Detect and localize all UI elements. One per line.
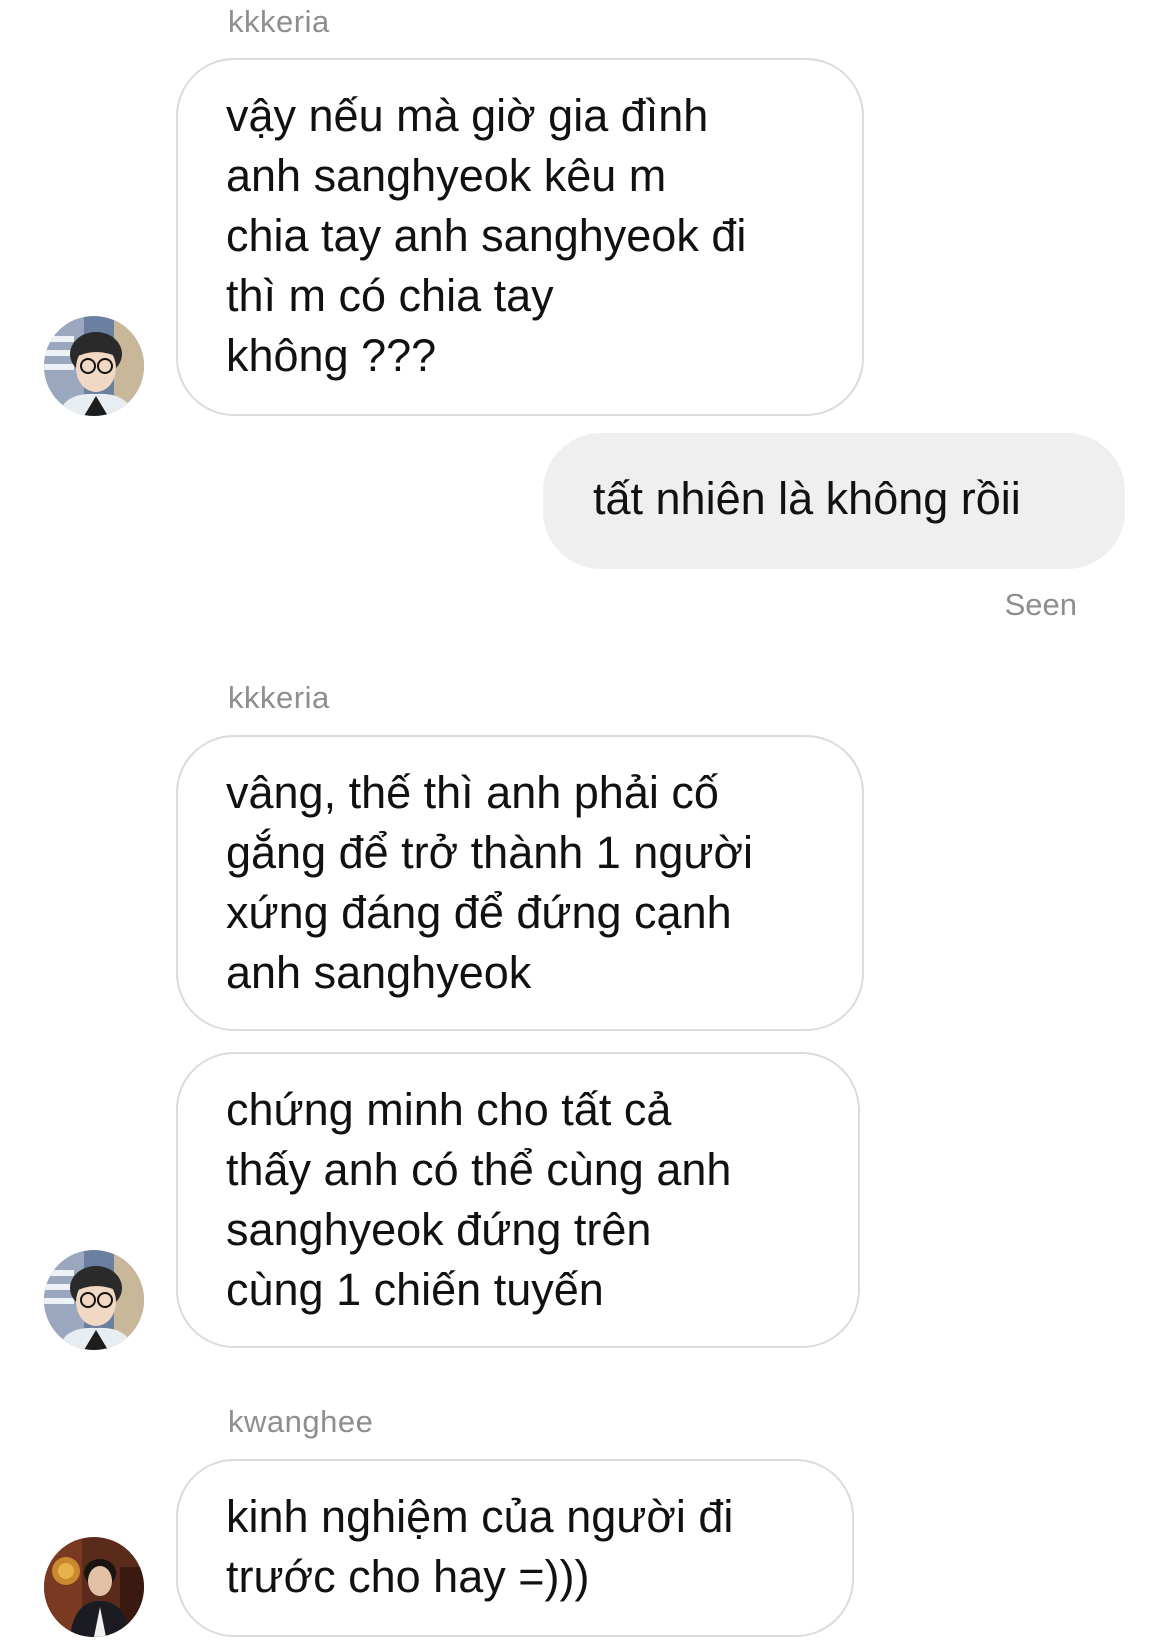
outgoing-message-bubble[interactable]: tất nhiên là không rồii bbox=[543, 433, 1125, 569]
sender-name: kwanghee bbox=[228, 1404, 374, 1439]
message-bubble[interactable]: vậy nếu mà giờ gia đình anh sanghyeok kê… bbox=[176, 58, 864, 416]
avatar-photo-icon bbox=[44, 1537, 144, 1637]
message-bubble[interactable]: kinh nghiệm của người đi trước cho hay =… bbox=[176, 1459, 854, 1637]
message-bubble[interactable]: vâng, thế thì anh phải cố gắng để trở th… bbox=[176, 735, 864, 1031]
seen-status: Seen bbox=[1004, 587, 1077, 622]
avatar[interactable] bbox=[44, 1537, 144, 1637]
avatar-photo-icon bbox=[44, 1250, 144, 1350]
sender-name: kkkeria bbox=[228, 680, 330, 715]
avatar[interactable] bbox=[44, 1250, 144, 1350]
avatar[interactable] bbox=[44, 316, 144, 416]
avatar-photo-icon bbox=[44, 316, 144, 416]
sender-name: kkkeria bbox=[228, 4, 330, 39]
message-bubble[interactable]: chứng minh cho tất cả thấy anh có thể cù… bbox=[176, 1052, 860, 1348]
